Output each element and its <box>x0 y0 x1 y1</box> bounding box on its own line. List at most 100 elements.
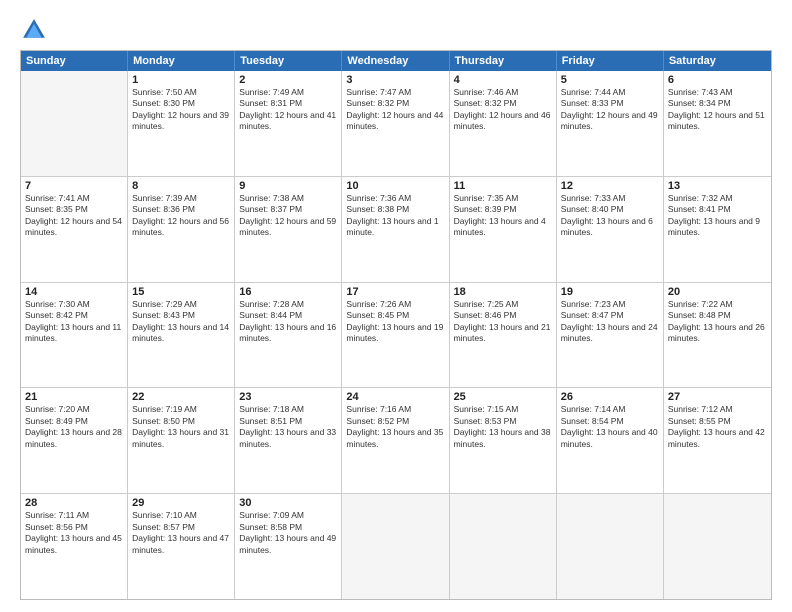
daylight-text: Daylight: 13 hours and 40 minutes. <box>561 427 659 450</box>
sunrise-text: Sunrise: 7:10 AM <box>132 510 230 521</box>
daylight-text: Daylight: 13 hours and 4 minutes. <box>454 216 552 239</box>
day-number: 8 <box>132 180 230 192</box>
weekday-label: Thursday <box>450 51 557 71</box>
sunset-text: Sunset: 8:50 PM <box>132 416 230 427</box>
sunset-text: Sunset: 8:58 PM <box>239 522 337 533</box>
sunrise-text: Sunrise: 7:43 AM <box>668 87 767 98</box>
calendar-cell: 12 Sunrise: 7:33 AM Sunset: 8:40 PM Dayl… <box>557 177 664 282</box>
sunrise-text: Sunrise: 7:29 AM <box>132 299 230 310</box>
sunrise-text: Sunrise: 7:14 AM <box>561 404 659 415</box>
calendar-row: 28 Sunrise: 7:11 AM Sunset: 8:56 PM Dayl… <box>21 494 771 599</box>
daylight-text: Daylight: 12 hours and 51 minutes. <box>668 110 767 133</box>
sunset-text: Sunset: 8:38 PM <box>346 204 444 215</box>
daylight-text: Daylight: 13 hours and 16 minutes. <box>239 322 337 345</box>
calendar-cell: 25 Sunrise: 7:15 AM Sunset: 8:53 PM Dayl… <box>450 388 557 493</box>
weekday-label: Saturday <box>664 51 771 71</box>
calendar-cell: 7 Sunrise: 7:41 AM Sunset: 8:35 PM Dayli… <box>21 177 128 282</box>
weekday-label: Monday <box>128 51 235 71</box>
calendar-row: 1 Sunrise: 7:50 AM Sunset: 8:30 PM Dayli… <box>21 71 771 177</box>
calendar-cell <box>664 494 771 599</box>
day-number: 4 <box>454 74 552 86</box>
sunrise-text: Sunrise: 7:41 AM <box>25 193 123 204</box>
weekday-label: Wednesday <box>342 51 449 71</box>
daylight-text: Daylight: 13 hours and 49 minutes. <box>239 533 337 556</box>
day-number: 16 <box>239 286 337 298</box>
sunset-text: Sunset: 8:32 PM <box>346 98 444 109</box>
sunset-text: Sunset: 8:41 PM <box>668 204 767 215</box>
sunrise-text: Sunrise: 7:15 AM <box>454 404 552 415</box>
sunset-text: Sunset: 8:37 PM <box>239 204 337 215</box>
calendar-cell: 18 Sunrise: 7:25 AM Sunset: 8:46 PM Dayl… <box>450 283 557 388</box>
sunrise-text: Sunrise: 7:35 AM <box>454 193 552 204</box>
day-number: 6 <box>668 74 767 86</box>
calendar-cell: 30 Sunrise: 7:09 AM Sunset: 8:58 PM Dayl… <box>235 494 342 599</box>
sunrise-text: Sunrise: 7:33 AM <box>561 193 659 204</box>
day-number: 1 <box>132 74 230 86</box>
daylight-text: Daylight: 13 hours and 9 minutes. <box>668 216 767 239</box>
daylight-text: Daylight: 13 hours and 21 minutes. <box>454 322 552 345</box>
day-number: 13 <box>668 180 767 192</box>
daylight-text: Daylight: 12 hours and 41 minutes. <box>239 110 337 133</box>
sunset-text: Sunset: 8:52 PM <box>346 416 444 427</box>
calendar-cell: 19 Sunrise: 7:23 AM Sunset: 8:47 PM Dayl… <box>557 283 664 388</box>
sunrise-text: Sunrise: 7:23 AM <box>561 299 659 310</box>
daylight-text: Daylight: 13 hours and 31 minutes. <box>132 427 230 450</box>
sunset-text: Sunset: 8:32 PM <box>454 98 552 109</box>
sunrise-text: Sunrise: 7:28 AM <box>239 299 337 310</box>
sunset-text: Sunset: 8:48 PM <box>668 310 767 321</box>
calendar-cell <box>450 494 557 599</box>
page: SundayMondayTuesdayWednesdayThursdayFrid… <box>0 0 792 612</box>
sunrise-text: Sunrise: 7:30 AM <box>25 299 123 310</box>
sunrise-text: Sunrise: 7:36 AM <box>346 193 444 204</box>
daylight-text: Daylight: 13 hours and 24 minutes. <box>561 322 659 345</box>
daylight-text: Daylight: 13 hours and 1 minute. <box>346 216 444 239</box>
sunrise-text: Sunrise: 7:11 AM <box>25 510 123 521</box>
calendar-cell: 5 Sunrise: 7:44 AM Sunset: 8:33 PM Dayli… <box>557 71 664 176</box>
day-number: 22 <box>132 391 230 403</box>
sunrise-text: Sunrise: 7:39 AM <box>132 193 230 204</box>
day-number: 11 <box>454 180 552 192</box>
calendar-cell: 14 Sunrise: 7:30 AM Sunset: 8:42 PM Dayl… <box>21 283 128 388</box>
daylight-text: Daylight: 13 hours and 38 minutes. <box>454 427 552 450</box>
calendar-row: 21 Sunrise: 7:20 AM Sunset: 8:49 PM Dayl… <box>21 388 771 494</box>
sunset-text: Sunset: 8:56 PM <box>25 522 123 533</box>
sunrise-text: Sunrise: 7:46 AM <box>454 87 552 98</box>
day-number: 25 <box>454 391 552 403</box>
sunset-text: Sunset: 8:51 PM <box>239 416 337 427</box>
sunrise-text: Sunrise: 7:25 AM <box>454 299 552 310</box>
calendar-cell: 3 Sunrise: 7:47 AM Sunset: 8:32 PM Dayli… <box>342 71 449 176</box>
calendar-cell: 10 Sunrise: 7:36 AM Sunset: 8:38 PM Dayl… <box>342 177 449 282</box>
sunset-text: Sunset: 8:45 PM <box>346 310 444 321</box>
sunrise-text: Sunrise: 7:32 AM <box>668 193 767 204</box>
calendar-cell <box>342 494 449 599</box>
calendar-cell: 26 Sunrise: 7:14 AM Sunset: 8:54 PM Dayl… <box>557 388 664 493</box>
sunset-text: Sunset: 8:44 PM <box>239 310 337 321</box>
calendar-cell: 11 Sunrise: 7:35 AM Sunset: 8:39 PM Dayl… <box>450 177 557 282</box>
sunrise-text: Sunrise: 7:09 AM <box>239 510 337 521</box>
day-number: 17 <box>346 286 444 298</box>
sunrise-text: Sunrise: 7:19 AM <box>132 404 230 415</box>
weekday-label: Friday <box>557 51 664 71</box>
daylight-text: Daylight: 12 hours and 44 minutes. <box>346 110 444 133</box>
calendar-cell: 20 Sunrise: 7:22 AM Sunset: 8:48 PM Dayl… <box>664 283 771 388</box>
sunset-text: Sunset: 8:42 PM <box>25 310 123 321</box>
sunrise-text: Sunrise: 7:49 AM <box>239 87 337 98</box>
daylight-text: Daylight: 12 hours and 59 minutes. <box>239 216 337 239</box>
day-number: 7 <box>25 180 123 192</box>
calendar-cell: 29 Sunrise: 7:10 AM Sunset: 8:57 PM Dayl… <box>128 494 235 599</box>
daylight-text: Daylight: 13 hours and 47 minutes. <box>132 533 230 556</box>
daylight-text: Daylight: 13 hours and 26 minutes. <box>668 322 767 345</box>
sunset-text: Sunset: 8:49 PM <box>25 416 123 427</box>
calendar-cell: 23 Sunrise: 7:18 AM Sunset: 8:51 PM Dayl… <box>235 388 342 493</box>
daylight-text: Daylight: 13 hours and 33 minutes. <box>239 427 337 450</box>
sunset-text: Sunset: 8:34 PM <box>668 98 767 109</box>
calendar-cell: 28 Sunrise: 7:11 AM Sunset: 8:56 PM Dayl… <box>21 494 128 599</box>
sunset-text: Sunset: 8:57 PM <box>132 522 230 533</box>
day-number: 2 <box>239 74 337 86</box>
sunset-text: Sunset: 8:40 PM <box>561 204 659 215</box>
calendar-cell <box>557 494 664 599</box>
day-number: 24 <box>346 391 444 403</box>
sunset-text: Sunset: 8:46 PM <box>454 310 552 321</box>
daylight-text: Daylight: 12 hours and 39 minutes. <box>132 110 230 133</box>
calendar-cell: 6 Sunrise: 7:43 AM Sunset: 8:34 PM Dayli… <box>664 71 771 176</box>
